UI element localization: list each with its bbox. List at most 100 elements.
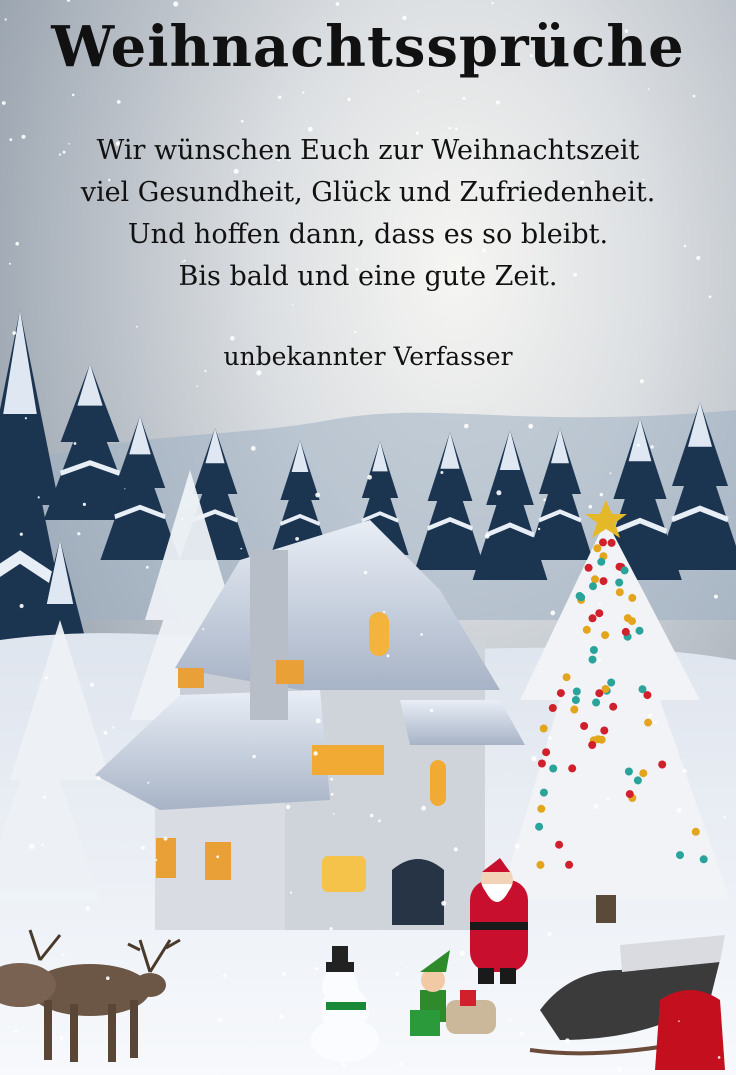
ornament <box>624 767 633 776</box>
snowflake <box>73 442 77 445</box>
snowflake <box>77 532 81 536</box>
snowflake <box>537 527 541 531</box>
snowflake <box>112 726 115 729</box>
ornament <box>620 566 629 575</box>
snowflake <box>448 126 452 130</box>
snowflake <box>395 972 400 976</box>
ornament <box>609 702 618 711</box>
snowflake <box>163 836 168 841</box>
ornament <box>644 718 653 727</box>
ornament <box>635 626 644 635</box>
snowflake <box>44 676 48 680</box>
snowflake <box>12 331 17 335</box>
ornament <box>676 851 684 860</box>
snowflake <box>116 100 121 104</box>
snowflake <box>453 847 458 852</box>
ornament <box>607 678 616 687</box>
snowflake <box>696 255 701 261</box>
snowflake <box>565 1038 570 1044</box>
snowflake <box>250 446 256 451</box>
snowflake <box>29 843 35 850</box>
ornament <box>536 860 545 869</box>
snowflake <box>386 654 390 658</box>
ornament <box>625 790 634 799</box>
snowflake <box>90 682 94 687</box>
ornament <box>599 538 607 547</box>
snowflake <box>519 1031 524 1036</box>
snowflake <box>636 443 640 447</box>
ornament <box>568 764 577 773</box>
snowflake <box>240 547 243 550</box>
ornament <box>601 631 610 640</box>
snowflake <box>218 1018 222 1022</box>
ornament <box>548 704 557 712</box>
snowflake <box>315 492 320 498</box>
ornament <box>595 609 604 618</box>
verse-line-4: Bis bald und eine gute Zeit. <box>178 261 558 292</box>
snowflake <box>496 490 502 496</box>
snowflake <box>528 423 534 429</box>
snowflake <box>252 754 256 759</box>
snowflake <box>295 537 299 541</box>
snowflake <box>417 90 420 93</box>
ornament <box>575 592 584 600</box>
snowflake <box>41 843 44 847</box>
ornament <box>658 760 667 769</box>
verse-line-2: viel Gesundheit, Glück und Zufriedenheit… <box>80 177 656 208</box>
ornament <box>542 748 551 757</box>
snowflake <box>279 1014 284 1020</box>
snowflake <box>531 756 537 762</box>
snowflake <box>440 471 444 474</box>
snowflake <box>678 1020 680 1022</box>
snowflake <box>708 295 712 299</box>
verse-line-1: Wir wünschen Euch zur Weihnachtszeit <box>96 135 640 166</box>
snowflake <box>285 804 291 810</box>
ornament <box>562 673 571 682</box>
snowflake <box>382 610 386 614</box>
snowflake <box>609 472 612 475</box>
snowflake <box>216 855 220 859</box>
snowflake <box>313 751 318 756</box>
snowflake <box>202 628 205 631</box>
snowflake <box>196 385 199 388</box>
snowflake <box>14 1029 18 1034</box>
ornament <box>597 735 606 744</box>
ornament <box>537 804 546 813</box>
snowflake <box>230 336 235 341</box>
snowflake <box>717 1056 721 1059</box>
author-credit: unbekannter Verfasser <box>223 342 513 371</box>
snowflake <box>459 950 465 956</box>
ornament <box>597 557 606 566</box>
snowflake <box>145 565 149 569</box>
snowflake <box>19 532 23 536</box>
ornament <box>539 788 548 797</box>
snowflake <box>647 88 650 90</box>
snowflake <box>82 502 86 506</box>
ornament <box>589 582 597 591</box>
ornament <box>592 698 601 707</box>
snowflake <box>639 379 644 384</box>
ornament <box>599 577 608 586</box>
snowflake <box>19 603 24 609</box>
snowflake <box>329 927 333 931</box>
snowflake <box>441 900 447 906</box>
snowflake <box>330 777 333 781</box>
snowflake <box>85 906 91 911</box>
snowflake <box>487 987 490 989</box>
ornament <box>615 588 624 597</box>
snowflake <box>654 721 657 724</box>
snowflake <box>282 971 287 976</box>
ornament <box>584 563 593 572</box>
snowflake <box>378 819 381 823</box>
snowflake <box>354 330 357 334</box>
snowflake <box>547 931 552 936</box>
snowflake <box>548 736 552 740</box>
ornament <box>570 705 579 714</box>
snowflake <box>406 966 409 969</box>
ornament <box>623 614 632 623</box>
snowflake <box>491 1 494 5</box>
ornament <box>593 544 602 553</box>
snowflake <box>723 816 726 819</box>
snowflake <box>514 844 520 849</box>
ornament <box>565 860 574 869</box>
